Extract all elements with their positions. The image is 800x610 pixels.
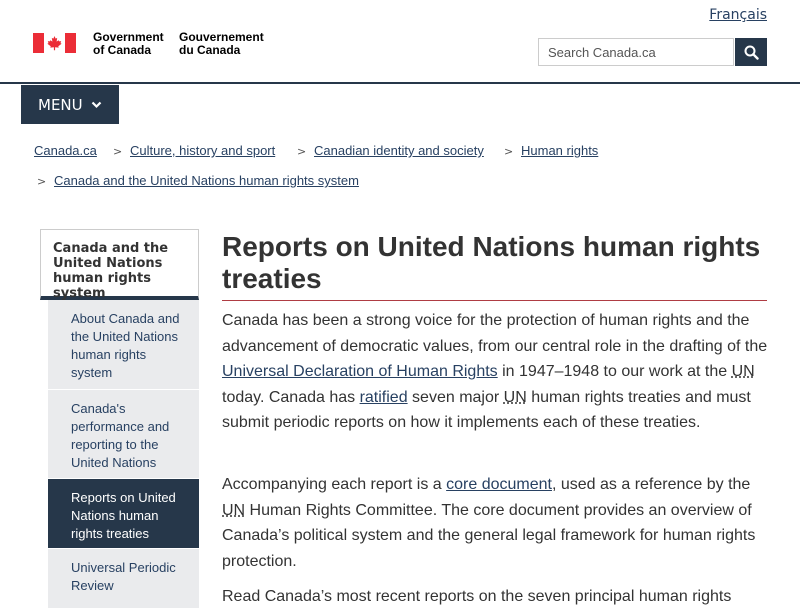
un-abbreviation: UN <box>731 363 755 381</box>
ratified-link[interactable]: ratified <box>360 389 408 406</box>
udhr-link[interactable]: Universal Declaration of Human Rights <box>222 363 498 380</box>
government-of-canada-signature-en: Government of Canada <box>93 30 164 57</box>
sidebar-item-universal-periodic-review[interactable]: Universal Periodic Review <box>48 549 199 609</box>
sidebar-item-about[interactable]: About Canada and the United Nations huma… <box>48 300 199 390</box>
breadcrumb-human-rights[interactable]: Human rights <box>521 143 598 158</box>
header-divider <box>0 82 800 84</box>
breadcrumb-separator: > <box>113 145 123 158</box>
government-of-canada-signature-fr: Gouvernement du Canada <box>179 30 264 57</box>
breadcrumb-canada-ca[interactable]: Canada.ca <box>34 143 97 158</box>
un-abbreviation: UN <box>222 501 246 519</box>
search-field[interactable] <box>538 38 734 66</box>
canada-flag-icon <box>33 33 76 53</box>
sidebar-heading[interactable]: Canada and the United Nations human righ… <box>40 229 199 301</box>
sidebar-item-performance-reporting[interactable]: Canada's performance and reporting to th… <box>48 390 199 479</box>
breadcrumb-canada-un-human-rights[interactable]: Canada and the United Nations human righ… <box>54 173 359 188</box>
recent-reports-paragraph: Read Canada’s most recent reports on the… <box>222 588 732 605</box>
breadcrumb-separator: > <box>37 175 47 188</box>
core-document-paragraph: Accompanying each report is a core docum… <box>222 476 756 570</box>
language-toggle-link[interactable]: Français <box>709 7 767 23</box>
breadcrumb-separator: > <box>297 145 307 158</box>
page-title: Reports on United Nations human rights t… <box>222 231 761 294</box>
sidebar-nav: About Canada and the United Nations huma… <box>48 300 199 609</box>
sidebar-item-reports-treaties[interactable]: Reports on United Nations human rights t… <box>48 479 199 549</box>
chevron-down-icon <box>91 101 101 108</box>
breadcrumb-canadian-identity-society[interactable]: Canadian identity and society <box>314 143 484 158</box>
breadcrumb-culture-history-sport[interactable]: Culture, history and sport <box>130 143 275 158</box>
search-icon <box>744 45 759 60</box>
breadcrumb-separator: > <box>504 145 514 158</box>
intro-paragraph: Canada has been a strong voice for the p… <box>222 312 768 432</box>
un-abbreviation: UN <box>503 388 527 406</box>
menu-label: MENU <box>38 95 83 114</box>
search-input[interactable] <box>539 39 733 65</box>
title-underline <box>222 300 767 301</box>
menu-button[interactable]: MENU <box>21 85 119 124</box>
core-document-link[interactable]: core document <box>446 476 552 493</box>
search-button[interactable] <box>735 38 767 66</box>
